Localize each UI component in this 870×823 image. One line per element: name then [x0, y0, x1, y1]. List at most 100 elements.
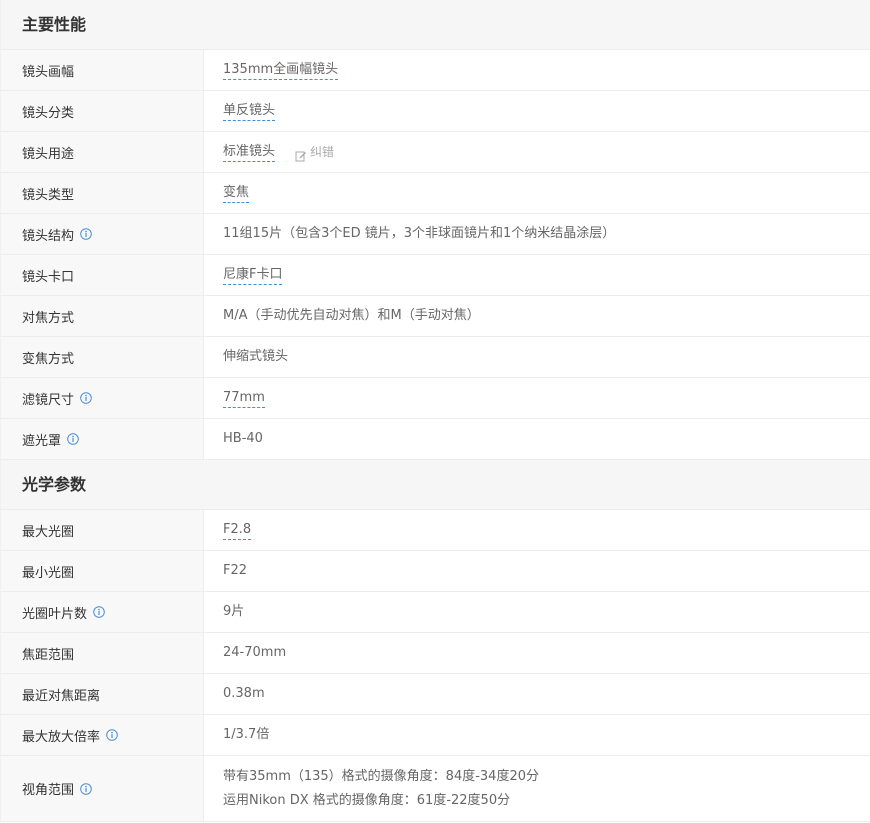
- spec-value-cell: F22: [204, 551, 870, 591]
- spec-value-line: HB-40: [223, 427, 870, 451]
- spec-value-line: 单反镜头: [223, 102, 870, 121]
- spec-value-line: 11组15片（包含3个ED 镜片，3个非球面镜片和1个纳米结晶涂层）: [223, 222, 870, 246]
- spec-value-link[interactable]: 尼康F卡口: [223, 266, 283, 285]
- edit-icon: [295, 146, 307, 162]
- spec-value-line: 77mm: [223, 389, 870, 408]
- spec-value-link[interactable]: 135mm全画幅镜头: [223, 61, 339, 80]
- spec-row: 视角范围 带有35mm（135）格式的摄像角度：84度-34度20分 运用Nikon…: [1, 756, 870, 822]
- spec-label: 镜头画幅: [22, 64, 75, 80]
- spec-label: 镜头类型: [22, 187, 75, 203]
- spec-value-cell: 0.38m: [204, 674, 870, 714]
- spec-label: 最近对焦距离: [22, 688, 101, 704]
- spec-value-link[interactable]: 单反镜头: [223, 102, 276, 121]
- spec-value: F22: [223, 563, 248, 578]
- spec-label-cell: 镜头用途: [1, 132, 204, 172]
- spec-label-cell: 最近对焦距离: [1, 674, 204, 714]
- spec-table: 主要性能镜头画幅 135mm全画幅镜头镜头分类 单反镜头镜头用途 标准镜头 纠错镜头类型…: [0, 0, 870, 822]
- spec-value-link[interactable]: F2.8: [223, 521, 252, 540]
- spec-value-line: 135mm全画幅镜头: [223, 61, 870, 80]
- spec-value-line: F22: [223, 559, 870, 583]
- spec-row: 对焦方式 M/A（手动优先自动对焦）和M（手动对焦）: [1, 296, 870, 337]
- spec-label-cell: 镜头分类: [1, 91, 204, 131]
- spec-row: 最大光圈 F2.8: [1, 510, 870, 551]
- spec-value-cell: 77mm: [204, 378, 870, 418]
- spec-value: M/A（手动优先自动对焦）和M（手动对焦）: [223, 308, 480, 323]
- spec-value-line: 运用Nikon DX 格式的摄像角度：61度-22度50分: [223, 792, 511, 808]
- spec-label: 镜头分类: [22, 105, 75, 121]
- spec-row: 最近对焦距离 0.38m: [1, 674, 870, 715]
- spec-value-link[interactable]: 变焦: [223, 184, 250, 203]
- spec-label: 视角范围: [22, 783, 75, 798]
- section-title: 主要性能: [1, 0, 870, 50]
- info-icon[interactable]: [80, 782, 92, 795]
- spec-value-line: F2.8: [223, 521, 870, 540]
- spec-label: 最小光圈: [22, 565, 75, 581]
- spec-label-cell: 镜头类型: [1, 173, 204, 213]
- spec-value: HB-40: [223, 431, 263, 446]
- spec-row: 镜头用途 标准镜头 纠错: [1, 132, 870, 173]
- spec-row: 最小光圈 F22: [1, 551, 870, 592]
- info-icon[interactable]: [80, 392, 92, 404]
- spec-value-line: 标准镜头 纠错: [223, 140, 870, 164]
- spec-label-cell: 最大放大倍率: [1, 715, 204, 755]
- info-icon[interactable]: [80, 228, 92, 240]
- spec-value: 11组15片（包含3个ED 镜片，3个非球面镜片和1个纳米结晶涂层）: [223, 226, 616, 241]
- spec-value: 24-70mm: [223, 645, 287, 660]
- spec-value-cell: M/A（手动优先自动对焦）和M（手动对焦）: [204, 296, 870, 336]
- spec-label: 对焦方式: [22, 310, 75, 326]
- spec-label: 滤镜尺寸: [22, 392, 75, 408]
- spec-label: 最大光圈: [22, 524, 75, 540]
- spec-value-cell: 伸缩式镜头: [204, 337, 870, 377]
- spec-label-cell: 滤镜尺寸: [1, 378, 204, 418]
- spec-label-cell: 光圈叶片数: [1, 592, 204, 632]
- spec-value-cell: 135mm全画幅镜头: [204, 50, 870, 90]
- spec-row: 镜头结构 11组15片（包含3个ED 镜片，3个非球面镜片和1个纳米结晶涂层）: [1, 214, 870, 255]
- info-icon[interactable]: [67, 433, 79, 445]
- spec-label-cell: 镜头画幅: [1, 50, 204, 90]
- spec-row: 镜头类型 变焦: [1, 173, 870, 214]
- spec-label: 镜头用途: [22, 146, 75, 162]
- spec-value-line: M/A（手动优先自动对焦）和M（手动对焦）: [223, 304, 870, 328]
- spec-value: 伸缩式镜头: [223, 349, 289, 364]
- spec-label-cell: 最小光圈: [1, 551, 204, 591]
- spec-label: 镜头卡口: [22, 269, 75, 285]
- correct-error-link[interactable]: 纠错: [295, 140, 334, 164]
- spec-label-cell: 焦距范围: [1, 633, 204, 673]
- spec-value-line: 0.38m: [223, 682, 870, 706]
- info-icon[interactable]: [106, 729, 118, 741]
- spec-value-cell: HB-40: [204, 419, 870, 459]
- spec-value-line: 9片: [223, 600, 870, 624]
- spec-value-cell: 1/3.7倍: [204, 715, 870, 755]
- spec-label-cell: 变焦方式: [1, 337, 204, 377]
- spec-value-cell: 9片: [204, 592, 870, 632]
- spec-value: 1/3.7倍: [223, 727, 270, 742]
- spec-value-line: 24-70mm: [223, 641, 870, 665]
- spec-label-cell: 视角范围: [1, 756, 204, 821]
- spec-value-cell: 带有35mm（135）格式的摄像角度：84度-34度20分 运用Nikon DX …: [204, 756, 870, 821]
- spec-value-cell: 11组15片（包含3个ED 镜片，3个非球面镜片和1个纳米结晶涂层）: [204, 214, 870, 254]
- info-icon[interactable]: [93, 606, 105, 618]
- spec-row: 镜头卡口 尼康F卡口: [1, 255, 870, 296]
- spec-row: 遮光罩 HB-40: [1, 419, 870, 460]
- spec-value-line: 1/3.7倍: [223, 723, 870, 747]
- spec-value-cell: 变焦: [204, 173, 870, 213]
- spec-value: 0.38m: [223, 686, 265, 701]
- spec-value-cell: 标准镜头 纠错: [204, 132, 870, 172]
- spec-value-cell: 单反镜头: [204, 91, 870, 131]
- spec-label-cell: 对焦方式: [1, 296, 204, 336]
- spec-value-link[interactable]: 标准镜头: [223, 143, 276, 162]
- spec-value-line: 带有35mm（135）格式的摄像角度：84度-34度20分: [223, 768, 539, 784]
- spec-row: 焦距范围 24-70mm: [1, 633, 870, 674]
- spec-row: 最大放大倍率 1/3.7倍: [1, 715, 870, 756]
- spec-label: 遮光罩: [22, 433, 62, 449]
- spec-value-line: 变焦: [223, 184, 870, 203]
- spec-value-line: 尼康F卡口: [223, 266, 870, 285]
- spec-label-cell: 最大光圈: [1, 510, 204, 550]
- spec-row: 镜头画幅 135mm全画幅镜头: [1, 50, 870, 91]
- spec-value-link[interactable]: 77mm: [223, 389, 265, 408]
- spec-label-cell: 镜头结构: [1, 214, 204, 254]
- spec-value-cell: 24-70mm: [204, 633, 870, 673]
- spec-label: 变焦方式: [22, 351, 75, 367]
- spec-row: 变焦方式 伸缩式镜头: [1, 337, 870, 378]
- spec-label-cell: 遮光罩: [1, 419, 204, 459]
